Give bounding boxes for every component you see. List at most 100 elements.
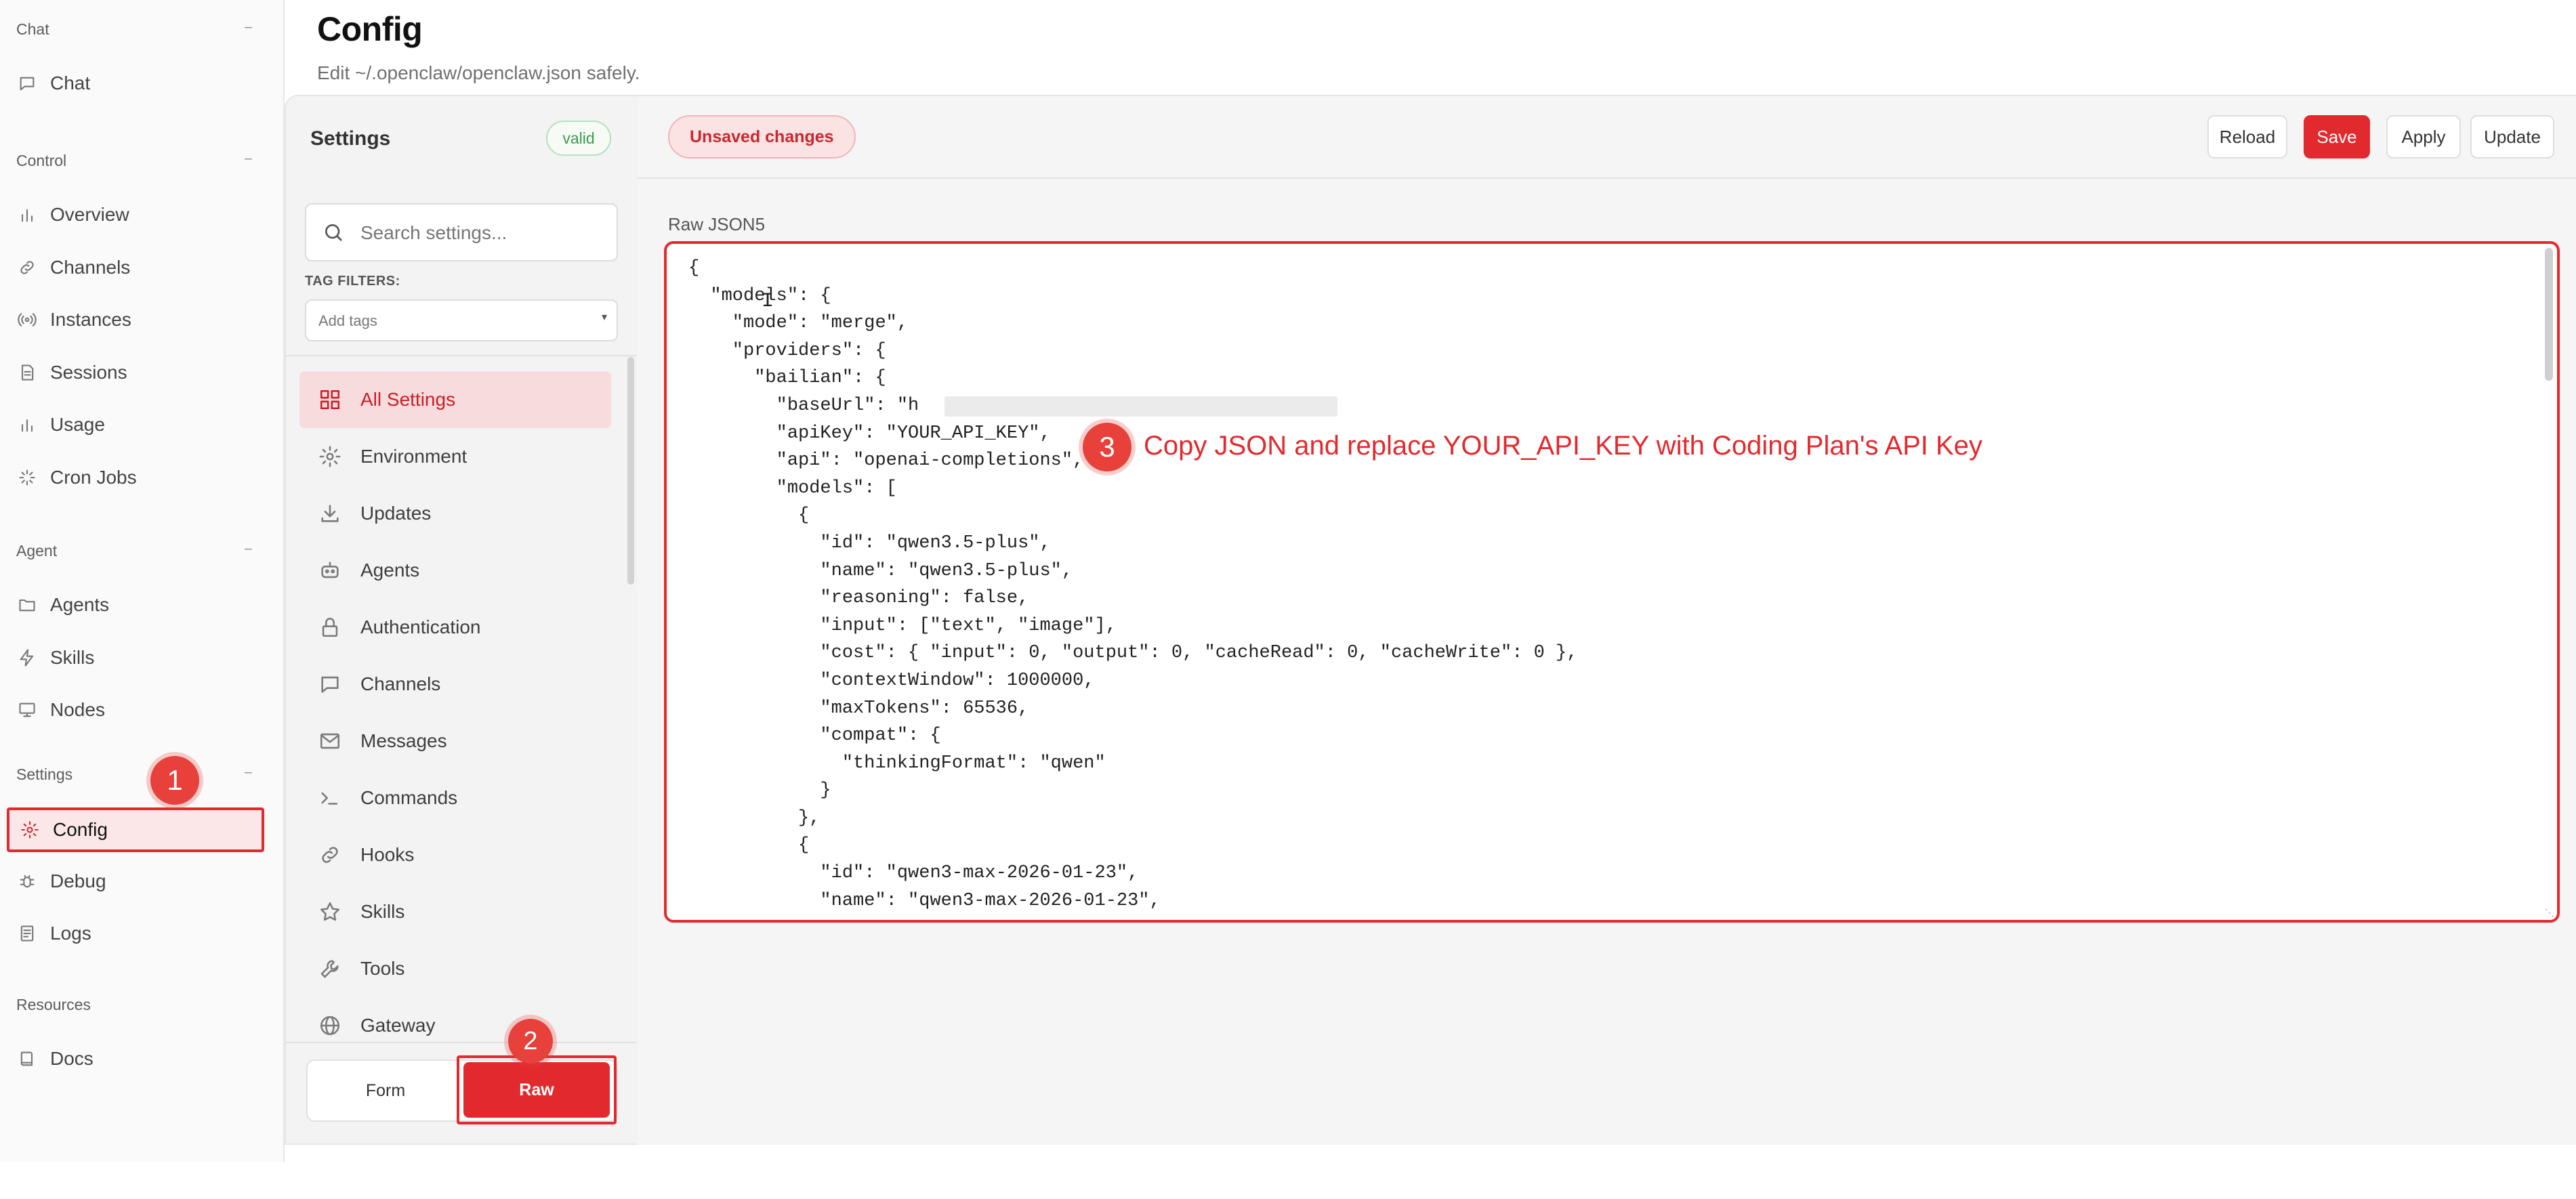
loader-icon [19, 469, 35, 486]
link-icon [20, 260, 34, 274]
code-line: "cost": { "input": 0, "output": 0, "cach… [688, 643, 1578, 664]
bug-icon [20, 875, 35, 887]
code-line: "id": "qwen3-max-2026-01-23", [688, 863, 1139, 884]
collapse-group-icon[interactable]: − [244, 150, 253, 168]
editor-label: Raw JSON5 [668, 214, 766, 234]
terminal-icon [321, 792, 338, 805]
code-line: "maxTokens": 65536, [688, 698, 1029, 719]
settings-item-channels[interactable]: Channels [299, 656, 611, 713]
settings-search-box[interactable] [305, 203, 618, 261]
code-content[interactable]: { "models": { "mode": "merge", "provider… [667, 255, 2537, 914]
resize-handle-icon[interactable]: ⋱ [2545, 907, 2554, 919]
settings-item-label: Hooks [360, 844, 415, 865]
nav-group-label: Resources [16, 996, 91, 1013]
nav-item-label: Docs [50, 1048, 94, 1069]
nav-item-overview[interactable]: Overview [7, 194, 264, 236]
collapse-group-icon[interactable]: − [244, 541, 253, 558]
code-line: "compat": { [688, 725, 941, 746]
raw-json-editor[interactable]: { "models": { "mode": "merge", "provider… [664, 241, 2560, 923]
logs-icon [20, 925, 34, 942]
nav-group-label: Control [16, 152, 67, 169]
save-button[interactable]: Save [2304, 115, 2370, 159]
editor-scrollbar[interactable] [2545, 248, 2553, 381]
robot-icon [321, 562, 339, 579]
nav-item-agents[interactable]: Agents [7, 584, 264, 626]
chat-bubble-icon [321, 676, 339, 693]
collapse-group-icon[interactable]: − [244, 764, 253, 782]
radio-waves-icon [18, 313, 37, 327]
settings-title: Settings [310, 127, 391, 150]
nav-item-sessions[interactable]: Sessions [7, 352, 264, 394]
settings-item-label: Updates [360, 503, 432, 524]
nav-item-instances[interactable]: Instances [7, 299, 264, 341]
form-mode-button[interactable]: Form [308, 1061, 463, 1120]
code-line: "mode": "merge", [688, 313, 909, 334]
tag-filter-input[interactable]: Add tags ▾ [305, 299, 618, 341]
book-icon [20, 1051, 33, 1066]
nav-item-nodes[interactable]: Nodes [7, 689, 264, 731]
settings-item-environment[interactable]: Environment [299, 428, 611, 485]
nav-item-docs[interactable]: Docs [7, 1038, 264, 1080]
nav-item-chat[interactable]: Chat [7, 62, 264, 104]
nav-group-label: Chat [16, 20, 49, 38]
settings-item-agents[interactable]: Agents [299, 542, 611, 599]
code-line: }, [688, 807, 820, 828]
search-icon [323, 222, 344, 243]
envelope-icon [320, 733, 340, 749]
globe-icon [320, 1015, 340, 1036]
nav-item-debug[interactable]: Debug [7, 860, 264, 902]
settings-item-label: Tools [360, 958, 405, 979]
nav-item-usage[interactable]: Usage [7, 404, 264, 446]
settings-item-label: All Settings [360, 389, 456, 410]
update-button[interactable]: Update [2470, 115, 2554, 159]
code-line: "name": "qwen3-max-2026-01-23", [688, 890, 1161, 911]
settings-item-commands[interactable]: Commands [299, 770, 611, 826]
nav-item-skills[interactable]: Skills [7, 637, 264, 679]
grid-icon [320, 390, 340, 410]
settings-item-all-settings[interactable]: All Settings [299, 371, 611, 428]
nav-item-label: Sessions [50, 361, 127, 383]
settings-item-hooks[interactable]: Hooks [299, 826, 611, 883]
nav-item-label: Nodes [50, 699, 105, 720]
settings-item-label: Authentication [360, 616, 481, 637]
gear-icon [21, 821, 39, 839]
settings-item-gateway[interactable]: Gateway [299, 997, 611, 1054]
document-icon [21, 364, 34, 381]
nav-item-channels[interactable]: Channels [7, 247, 264, 289]
apply-button[interactable]: Apply [2386, 115, 2461, 159]
settings-item-label: Environment [360, 446, 468, 467]
nav-item-label: Agents [50, 594, 110, 615]
settings-item-messages[interactable]: Messages [299, 713, 611, 770]
nav-item-label: Debug [50, 870, 106, 891]
settings-item-tools[interactable]: Tools [299, 940, 611, 997]
nav-item-logs[interactable]: Logs [7, 912, 264, 954]
reload-button[interactable]: Reload [2207, 115, 2287, 159]
nav-group-label: Agent [16, 542, 58, 560]
settings-item-authentication[interactable]: Authentication [299, 599, 611, 656]
raw-mode-button[interactable]: Raw [463, 1062, 610, 1118]
nav-item-cron-jobs[interactable]: Cron Jobs [7, 457, 264, 499]
settings-scrollbar[interactable] [627, 357, 634, 585]
code-line: "thinkingFormat": "qwen" [688, 753, 1106, 774]
settings-item-label: Agents [360, 560, 420, 581]
page-title: Config [317, 10, 423, 48]
settings-search-input[interactable] [359, 217, 606, 249]
settings-item-label: Messages [360, 730, 447, 751]
folder-icon [19, 599, 35, 612]
nav-item-config[interactable]: Config [7, 807, 264, 852]
code-line: "name": "qwen3.5-plus", [688, 560, 1073, 581]
code-line: "providers": { [688, 340, 886, 361]
settings-item-skills[interactable]: Skills [299, 883, 611, 940]
divider [637, 177, 2576, 179]
nav-item-label: Channels [50, 256, 131, 278]
tag-filters-label: TAG FILTERS: [305, 274, 400, 289]
settings-item-updates[interactable]: Updates [299, 485, 611, 542]
bar-chart-icon [21, 419, 33, 432]
code-line: { [688, 258, 700, 278]
step-3-instruction: Copy JSON and replace YOUR_API_KEY with … [1144, 431, 1982, 461]
lightning-icon [20, 648, 34, 667]
settings-panel: Settings valid TAG FILTERS: Add tags ▾ A… [285, 95, 638, 1145]
star-icon [320, 902, 340, 921]
nav-item-label: Instances [50, 309, 131, 330]
collapse-group-icon[interactable]: − [244, 19, 253, 37]
